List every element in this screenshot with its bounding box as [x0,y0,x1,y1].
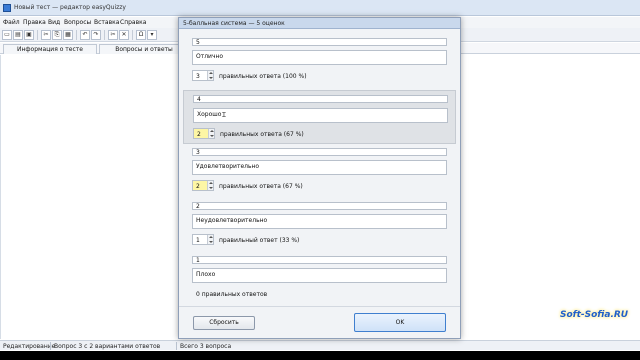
grade-name-field[interactable]: Плохо [192,268,447,283]
save-icon[interactable]: ▣ [24,30,34,40]
stepper-arrows[interactable] [207,181,213,190]
stepper-value: 2 [196,183,200,190]
grade-score-field[interactable]: 4 [193,95,448,103]
reset-button[interactable]: Сбросить [193,316,255,330]
new-file-icon[interactable]: ▭ [2,30,12,40]
stepper-value: 2 [197,131,201,138]
arrow-down-icon[interactable] [209,187,213,189]
grade-name-field[interactable]: Удовлетворительно [192,160,447,175]
ok-button[interactable]: OK [354,313,446,332]
grade-score-field[interactable]: 1 [192,256,447,264]
grade-block-5: 5 Отлично 3 правильных ответа (100 %) [183,38,456,90]
screen: Новый тест — редактор easyQuizzy Файл Пр… [0,0,640,360]
stepper-value: 3 [196,73,200,80]
menu-file[interactable]: Файл [3,19,20,26]
redo-icon[interactable]: ↷ [91,30,101,40]
arrow-down-icon[interactable] [209,77,213,79]
undo-icon[interactable]: ↶ [80,30,90,40]
tab-questions-answers[interactable]: Вопросы и ответы [99,44,189,54]
status-bar: Редактирование Вопрос 3 с 2 вариантами о… [0,340,640,350]
grade-name-field[interactable]: Неудовлетворительно [192,214,447,229]
answers-label: правильных ответа (67 %) [220,131,304,138]
dialog-body: 5 Отлично 3 правильных ответа (100 %) 4 … [183,30,456,305]
status-total: Всего 3 вопроса [180,343,232,350]
menu-questions[interactable]: Вопросы [64,19,91,26]
app-icon [3,4,11,12]
toolbar-divider [104,30,105,40]
dialog-footer: Сбросить OK [179,306,460,339]
window-titlebar: Новый тест — редактор easyQuizzy [0,0,640,16]
arrow-up-icon[interactable] [209,236,213,238]
correct-answers-stepper[interactable]: 2 [192,180,214,191]
grade-name-field[interactable]: Хорошо Ɪ [193,108,448,123]
copy-icon[interactable]: ⎘ [52,30,62,40]
status-divider [50,342,51,350]
menu-edit[interactable]: Правка [23,19,46,26]
dialog-titlebar: 5-балльная система — 5 оценок [179,18,460,29]
watermark-text: Soft-Sofia.RU [560,310,629,320]
grade-block-2: 2 Неудовлетворительно 1 правильный ответ… [183,202,456,254]
toolbar-divider [76,30,77,40]
grade-block-1: 1 Плохо 0 правильных ответов [183,256,456,304]
grade-score-field[interactable]: 3 [192,148,447,156]
text-cursor-icon: Ɪ [222,111,226,119]
correct-answers-stepper[interactable]: 3 [192,70,214,81]
omega-icon[interactable]: Ω [136,30,146,40]
menu-insert[interactable]: Вставка [94,19,119,26]
window-title: Новый тест — редактор easyQuizzy [14,4,126,11]
stepper-arrows[interactable] [208,129,214,138]
grade-name-text: Хорошо [197,111,222,118]
arrow-down-icon[interactable] [209,241,213,243]
stepper-arrows[interactable] [207,71,213,80]
toolbar-divider [132,30,133,40]
grade-block-3: 3 Удовлетворительно 2 правильных ответа … [183,148,456,200]
correct-answers-stepper[interactable]: 2 [193,128,215,139]
status-divider [176,342,177,350]
watermark-logo: Soft-Sofia.RU [556,305,628,327]
arrow-up-icon[interactable] [209,182,213,184]
open-folder-icon[interactable]: ▤ [13,30,23,40]
grade-score-field[interactable]: 2 [192,202,447,210]
status-question: Вопрос 3 с 2 вариантами ответов [54,343,161,350]
delete-icon[interactable]: ✕ [119,30,129,40]
menu-help[interactable]: Справка [120,19,146,26]
answers-label: правильных ответа (67 %) [219,183,303,190]
tab-test-info[interactable]: Информация о тесте [3,44,97,54]
arrow-down-icon[interactable] [210,135,214,137]
paste-icon[interactable]: ▦ [63,30,73,40]
stepper-arrows[interactable] [207,235,213,244]
cut-icon[interactable]: ✂ [41,30,51,40]
grade-name-field[interactable]: Отлично [192,50,447,65]
arrow-up-icon[interactable] [210,130,214,132]
stepper-value: 1 [196,237,200,244]
dropdown-icon[interactable]: ▾ [147,30,157,40]
dialog-title: 5-балльная система — 5 оценок [183,20,285,27]
correct-answers-stepper[interactable]: 1 [192,234,214,245]
video-border [0,351,640,360]
menu-view[interactable]: Вид [48,19,60,26]
status-mode: Редактирование [3,343,56,350]
grading-dialog: 5-балльная система — 5 оценок 5 Отлично … [178,17,461,339]
grade-block-4: 4 Хорошо Ɪ 2 правильных ответа (67 %) [183,90,456,144]
grade-score-field[interactable]: 5 [192,38,447,46]
toolbar-divider [37,30,38,40]
scissors-icon[interactable]: ✂ [108,30,118,40]
answers-label: правильный ответ (33 %) [219,237,300,244]
arrow-up-icon[interactable] [209,72,213,74]
answers-label: правильных ответа (100 %) [219,73,307,80]
answers-label: 0 правильных ответов [196,291,268,298]
